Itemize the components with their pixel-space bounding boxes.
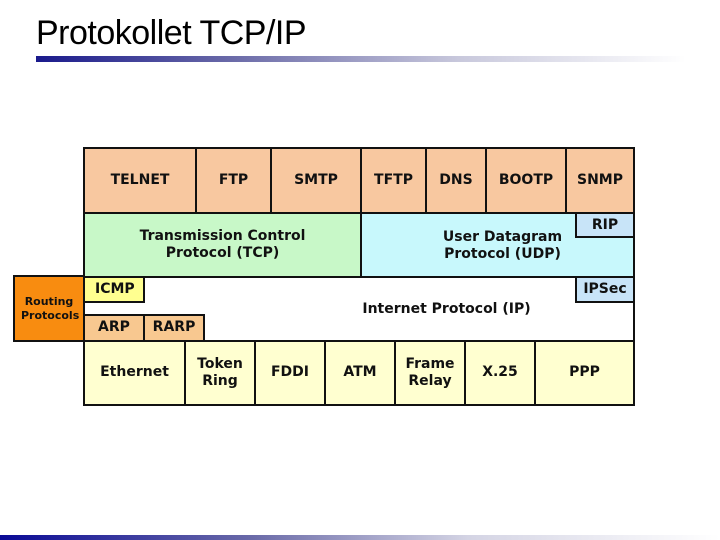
token-ring-label: Token Ring: [197, 355, 243, 390]
app-tftp: TFTP: [360, 147, 427, 214]
link-fddi: FDDI: [254, 340, 326, 406]
app-bootp: BOOTP: [485, 147, 567, 214]
link-frame-relay: Frame Relay: [394, 340, 466, 406]
transport-tcp: Transmission Control Protocol (TCP): [83, 212, 362, 278]
link-token-ring: Token Ring: [184, 340, 256, 406]
internet-rarp: RARP: [143, 314, 205, 342]
app-dns: DNS: [425, 147, 487, 214]
link-x25: X.25: [464, 340, 536, 406]
app-smtp: SMTP: [270, 147, 362, 214]
internet-arp: ARP: [83, 314, 145, 342]
title-underline: [36, 56, 686, 62]
link-atm: ATM: [324, 340, 396, 406]
frame-relay-label: Frame Relay: [405, 355, 455, 390]
transport-rip: RIP: [575, 212, 635, 238]
link-ethernet: Ethernet: [83, 340, 186, 406]
slide-title: Protokollet TCP/IP: [36, 14, 307, 52]
app-telnet: TELNET: [83, 147, 197, 214]
app-snmp: SNMP: [565, 147, 635, 214]
internet-icmp: ICMP: [83, 276, 145, 303]
ip-label: Internet Protocol (IP): [362, 301, 531, 318]
internet-ipsec: IPSec: [575, 276, 635, 303]
tcp-label: Transmission Control Protocol (TCP): [139, 227, 306, 262]
footer-bar: [0, 535, 720, 540]
app-ftp: FTP: [195, 147, 272, 214]
udp-label: User Datagram Protocol (UDP): [442, 228, 563, 263]
link-ppp: PPP: [534, 340, 635, 406]
routing-label: Routing Protocols: [21, 294, 80, 322]
routing-protocols: Routing Protocols: [13, 275, 85, 342]
